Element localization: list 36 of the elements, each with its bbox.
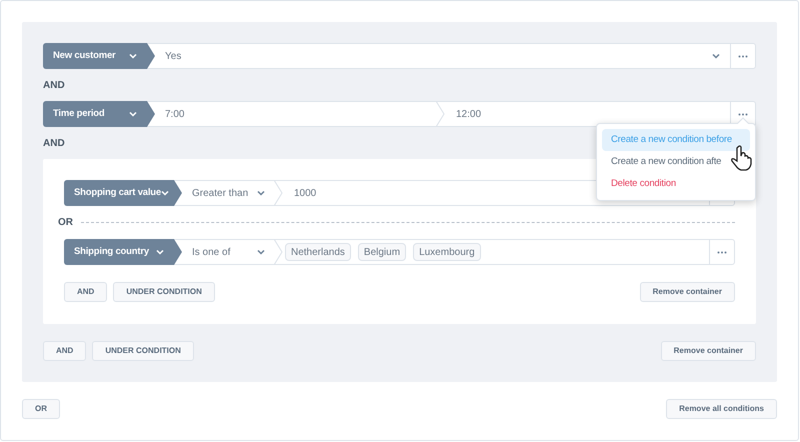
menu-item[interactable]: Create a new condition before [602, 129, 750, 151]
chevron-down-icon [257, 249, 265, 255]
value-tag: Luxembourg [413, 243, 481, 261]
remove-all-button[interactable]: Remove all conditions [666, 399, 777, 419]
field-dropdown[interactable]: New customer [43, 43, 155, 69]
add-button[interactable]: AND [64, 282, 108, 302]
add-button[interactable]: AND [43, 341, 86, 361]
value-tag: Belgium [358, 243, 406, 261]
operator-dropdown[interactable]: Greater than [182, 181, 275, 205]
value-tag: Netherlands [285, 243, 351, 261]
remove-container-button[interactable]: Remove container [660, 341, 756, 361]
value-field[interactable]: 12:00 [446, 102, 730, 126]
operator-dropdown[interactable]: Yes [155, 44, 730, 68]
chevron-down-icon [156, 249, 164, 255]
chevron-down-icon [129, 111, 137, 117]
more-icon [717, 250, 727, 254]
or-button[interactable]: OR [22, 399, 60, 419]
chevron-down-icon [712, 53, 720, 59]
field-dropdown[interactable]: Shipping country [64, 239, 182, 265]
chevron-down-icon [257, 190, 265, 196]
hand-cursor-icon [731, 145, 753, 171]
and-label: AND [43, 78, 65, 92]
chevron-down-icon [129, 53, 137, 59]
more-icon [738, 54, 748, 58]
menu-item[interactable]: Delete condition [602, 173, 750, 195]
or-label: OR [58, 216, 73, 230]
add-button[interactable]: UNDER CONDITION [92, 341, 194, 361]
and-label: AND [43, 136, 65, 150]
more-icon [738, 112, 748, 116]
field-dropdown[interactable]: Time period [43, 101, 155, 127]
remove-container-button[interactable]: Remove container [640, 282, 735, 302]
chevron-down-icon [161, 190, 169, 196]
value-field[interactable]: 7:00 [155, 102, 437, 126]
field-dropdown[interactable]: Shopping cart value [64, 180, 182, 206]
add-button[interactable]: UNDER CONDITION [113, 282, 215, 302]
operator-dropdown[interactable]: Is one of [182, 240, 275, 264]
